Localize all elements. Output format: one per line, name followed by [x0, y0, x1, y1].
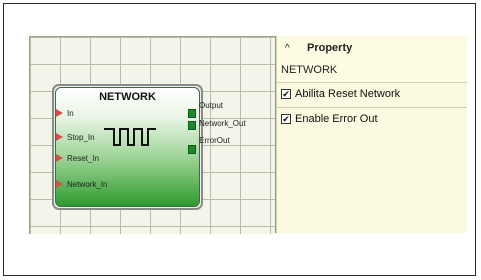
abilita-reset-network-label: Abilita Reset Network	[295, 88, 401, 100]
input-label-stop-in: Stop_In	[67, 133, 95, 142]
property-row-enable-error-out[interactable]: ✔ Enable Error Out	[277, 107, 467, 132]
caret-up-icon[interactable]: ^	[285, 43, 290, 54]
block-title: NETWORK	[99, 91, 156, 103]
property-row-abilita-reset[interactable]: ✔ Abilita Reset Network	[277, 82, 467, 107]
output-label-errorout: ErrorOut	[199, 136, 230, 145]
input-port-network-in[interactable]	[56, 180, 63, 188]
property-panel: ^ Property NETWORK ✔ Abilita Reset Netwo…	[276, 36, 467, 233]
enable-error-out-label: Enable Error Out	[295, 113, 378, 125]
selected-component-name: NETWORK	[281, 64, 338, 76]
output-port-errorout[interactable]	[188, 145, 196, 154]
input-label-in: In	[67, 109, 74, 118]
property-title: Property	[307, 42, 353, 54]
input-label-reset-in: Reset_In	[67, 154, 100, 163]
input-label-network-in: Network_In	[67, 180, 108, 189]
property-header: ^ Property NETWORK	[277, 36, 467, 81]
input-port-reset-in[interactable]	[56, 154, 63, 162]
output-port-network-out[interactable]	[188, 121, 196, 130]
output-label-output: Output	[199, 101, 224, 110]
abilita-reset-network-checkbox[interactable]: ✔	[281, 89, 291, 99]
input-port-in[interactable]	[56, 109, 63, 117]
network-block[interactable]: NETWORK In Stop_In Reset_In Network_In	[55, 87, 200, 207]
output-label-network-out: Network_Out	[199, 119, 246, 128]
input-port-stop-in[interactable]	[56, 133, 63, 141]
pulse-waveform-icon	[104, 128, 156, 146]
output-port-output[interactable]	[188, 109, 196, 118]
enable-error-out-checkbox[interactable]: ✔	[281, 114, 291, 124]
